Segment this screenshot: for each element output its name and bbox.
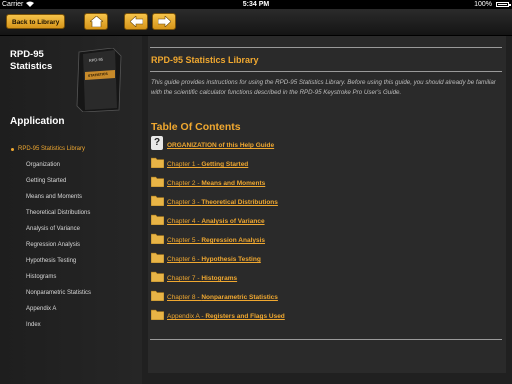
intro-paragraph: This guide provides instructions for usi…	[151, 79, 496, 96]
toc-prefix: Chapter 6 -	[167, 256, 202, 263]
main-content: RPD-95 Statistics Library This guide pro…	[142, 36, 512, 384]
sidebar-item-means-moments[interactable]: Means and Moments	[26, 194, 82, 200]
status-bar: Carrier 5:34 PM 100%	[0, 0, 512, 9]
sidebar-item-hypothesis-testing[interactable]: Hypothesis Testing	[26, 258, 76, 264]
sidebar-item-histograms[interactable]: Histograms	[26, 274, 56, 280]
previous-page-button[interactable]	[124, 13, 148, 30]
sidebar-item-getting-started[interactable]: Getting Started	[26, 178, 66, 184]
toc-prefix: Chapter 7 -	[167, 275, 202, 282]
sidebar-section-title: Application	[10, 116, 65, 127]
sidebar-item-theoretical-distributions[interactable]: Theoretical Distributions	[26, 210, 90, 216]
battery-percent: 100%	[474, 1, 492, 8]
sidebar-item-regression-analysis[interactable]: Regression Analysis	[26, 242, 80, 248]
home-button[interactable]	[84, 13, 108, 30]
folder-icon	[151, 309, 164, 320]
toc-link[interactable]: Histograms	[201, 275, 237, 282]
toc-link[interactable]: Regression Analysis	[201, 237, 265, 244]
toc-link[interactable]: Means and Moments	[201, 180, 265, 187]
toc-link[interactable]: Analysis of Variance	[201, 218, 264, 225]
sidebar-item-appendix-a[interactable]: Appendix A	[26, 306, 56, 312]
home-icon	[90, 16, 103, 27]
clock: 5:34 PM	[242, 1, 270, 8]
page-title: RPD-95 Statistics Library	[151, 55, 259, 65]
toc-prefix: Chapter 8 -	[167, 294, 202, 301]
folder-icon	[151, 271, 164, 282]
sidebar-item-analysis-of-variance[interactable]: Analysis of Variance	[26, 226, 80, 232]
arrow-left-icon	[130, 16, 143, 27]
toc-link[interactable]: Getting Started	[201, 161, 248, 168]
top-divider	[150, 47, 502, 48]
folder-icon	[151, 290, 164, 301]
book-cover-image: RPD-95 STATISTICS	[76, 48, 122, 112]
bottom-divider	[150, 339, 502, 340]
toc-prefix: Chapter 2 -	[167, 180, 202, 187]
toc-prefix: Chapter 4 -	[167, 218, 202, 225]
toolbar: Back to Library	[0, 9, 512, 36]
folder-icon	[151, 195, 164, 206]
toc-link[interactable]: Theoretical Distributions	[201, 199, 278, 206]
toc-prefix: Chapter 5 -	[167, 237, 202, 244]
toc-prefix: Appendix A -	[167, 313, 206, 320]
title-divider	[150, 71, 502, 72]
toc-prefix: Chapter 3 -	[167, 199, 202, 206]
toc-prefix: Chapter 1 -	[167, 161, 202, 168]
arrow-right-icon	[158, 16, 171, 27]
battery-icon	[496, 2, 511, 7]
sidebar-title-line2: Statistics	[10, 61, 53, 72]
sidebar-item-index[interactable]: Index	[26, 322, 41, 328]
help-icon: ?	[151, 136, 163, 150]
sidebar-title-line1: RPD-95	[10, 49, 44, 60]
toc-link[interactable]: ORGANIZATION of this Help Guide	[167, 142, 274, 149]
toc-heading: Table Of Contents	[151, 121, 241, 133]
sidebar: RPD-95 Statistics RPD-95 STATISTICS Appl…	[0, 36, 142, 384]
toc-link[interactable]: Registers and Flags Used	[205, 313, 284, 320]
sidebar-title: RPD-95 Statistics	[10, 49, 52, 73]
sidebar-item-nonparametric[interactable]: Nonparametric Statistics	[26, 290, 91, 296]
toc-link[interactable]: Hypothesis Testing	[201, 256, 260, 263]
sidebar-item-organization[interactable]: Organization	[26, 162, 60, 168]
back-to-library-button[interactable]: Back to Library	[6, 14, 66, 29]
folder-icon	[151, 252, 164, 263]
sidebar-item-library[interactable]: RPD-95 Statistics Library	[10, 146, 85, 152]
folder-icon	[151, 176, 164, 187]
folder-icon	[151, 214, 164, 225]
folder-icon	[151, 233, 164, 244]
next-page-button[interactable]	[152, 13, 176, 30]
folder-icon	[151, 157, 164, 168]
toc-link[interactable]: Nonparametric Statistics	[201, 294, 278, 301]
content-panel: RPD-95 Statistics Library This guide pro…	[148, 36, 506, 373]
